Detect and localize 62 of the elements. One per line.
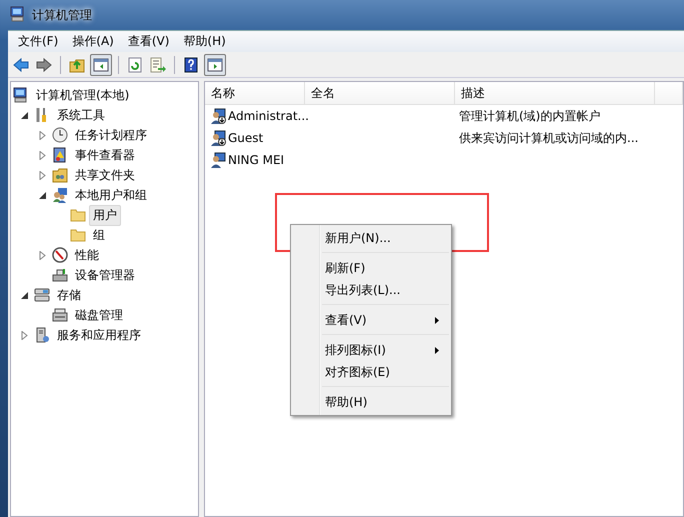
table-cell: 管理计算机(域)的内置帐户 [459,108,600,124]
tree-item[interactable]: 服务和应用程序 [53,324,145,346]
event-log-icon [52,147,68,163]
tree-item[interactable]: 共享文件夹 [71,164,139,186]
menu-item[interactable]: 新用户(N)... [291,227,451,249]
forward-icon[interactable] [36,56,52,72]
computer-icon [10,6,26,22]
storage-icon [34,287,50,303]
computer-icon [13,87,29,103]
refresh-icon[interactable] [127,56,143,72]
panel-icon[interactable] [207,56,223,72]
expand-icon[interactable] [39,130,47,140]
table-cell: 供来宾访问计算机或访问域的内... [459,130,638,146]
menu-item[interactable]: 帮助(H) [175,31,232,52]
tree-item[interactable]: 事件查看器 [71,144,139,166]
gauge-icon [52,247,68,263]
tree-item[interactable]: 组 [89,224,109,246]
tree-item[interactable]: 计算机管理(本地) [32,84,134,106]
table-cell: Administrat... [228,109,309,123]
users-icon [52,187,68,203]
menu-item[interactable]: 文件(F) [10,31,64,52]
device-icon [52,267,68,283]
menu-item[interactable]: 排列图标(I) [291,339,451,361]
folder-icon [70,207,86,223]
tree-item[interactable]: 任务计划程序 [71,124,151,146]
help-icon[interactable] [183,56,199,72]
column-header[interactable]: 全名 [305,82,455,104]
table-cell: Guest [228,131,264,145]
tree-item[interactable]: 磁盘管理 [71,304,127,326]
back-icon[interactable] [13,56,29,72]
folder-icon [70,227,86,243]
menu-item[interactable]: 导出列表(L)... [291,279,451,301]
collapse-icon[interactable] [21,110,29,120]
tree-item[interactable]: 用户 [89,204,121,226]
menu-item[interactable]: 查看(V) [291,309,451,331]
expand-icon[interactable] [39,170,47,180]
server-icon [34,327,50,343]
menu-item[interactable]: 对齐图标(E) [291,361,451,383]
panel-icon[interactable] [93,56,109,72]
expand-icon[interactable] [39,250,47,260]
menu-item[interactable]: 帮助(H) [291,391,451,413]
collapse-icon[interactable] [39,190,47,200]
menu-item[interactable]: 刷新(F) [291,257,451,279]
folder-up-icon[interactable] [69,56,85,72]
disk-icon [52,307,68,323]
expand-icon[interactable] [39,150,47,160]
tree-item[interactable]: 性能 [71,244,103,266]
collapse-icon[interactable] [21,290,29,300]
menu-item[interactable]: 查看(V) [120,31,176,52]
export-icon[interactable] [150,56,166,72]
tree-item[interactable]: 系统工具 [53,104,109,126]
column-header[interactable]: 名称 [205,82,305,104]
tree-item[interactable]: 存储 [53,284,85,306]
window-title: 计算机管理 [32,6,92,24]
menu-item[interactable]: 操作(A) [64,31,120,52]
shared-folder-icon [52,167,68,183]
expand-icon[interactable] [21,330,29,340]
clock-icon [52,127,68,143]
column-header[interactable]: 描述 [455,82,655,104]
tree-item[interactable]: 设备管理器 [71,264,139,286]
tree-item[interactable]: 本地用户和组 [71,184,151,206]
table-cell: NING MEI [228,153,284,167]
